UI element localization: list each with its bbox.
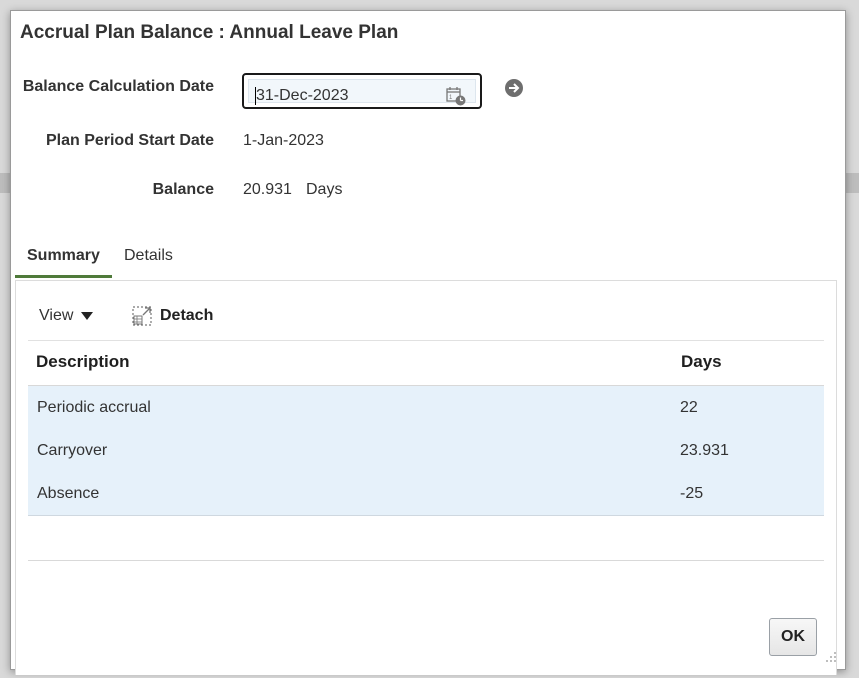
calendar-icon[interactable]: 1: [445, 85, 467, 107]
view-menu[interactable]: View: [39, 307, 94, 325]
go-arrow-icon[interactable]: [503, 77, 525, 99]
dialog-title: Accrual Plan Balance : Annual Leave Plan: [20, 22, 399, 43]
tab-summary[interactable]: Summary: [15, 247, 112, 278]
detach-button[interactable]: Detach: [160, 307, 213, 325]
row-description: Absence: [37, 485, 100, 502]
table-footer-divider: [28, 560, 824, 561]
period-start-label: Plan Period Start Date: [45, 132, 214, 149]
background-strip-right: [846, 173, 859, 193]
column-header-days[interactable]: Days: [681, 352, 722, 372]
view-menu-label: View: [39, 307, 74, 324]
balance-date-input[interactable]: 31-Dec-2023 1: [242, 73, 482, 109]
row-description: Carryover: [37, 442, 108, 459]
row-days: 23.931: [680, 442, 729, 459]
row-description: Periodic accrual: [37, 399, 151, 416]
accrual-plan-balance-dialog: Accrual Plan Balance : Annual Leave Plan…: [10, 10, 846, 675]
tab-bar: Summary Details: [15, 241, 835, 281]
balance-date-value[interactable]: 31-Dec-2023: [255, 87, 349, 105]
balance-unit: Days: [306, 181, 343, 198]
row-days: -25: [680, 485, 704, 502]
period-start-value: 1-Jan-2023: [243, 132, 324, 149]
table-header: Description Days: [28, 340, 824, 386]
resize-grip-icon[interactable]: [823, 649, 837, 663]
balance-label: Balance: [152, 181, 214, 198]
ok-button[interactable]: OK: [769, 618, 817, 656]
table-body: Periodic accrual 22 Carryover 23.931 Abs…: [28, 386, 824, 516]
row-days: 22: [680, 399, 698, 416]
table-row[interactable]: Periodic accrual 22: [28, 386, 824, 429]
table-row[interactable]: Carryover 23.931: [28, 429, 824, 472]
balance-value: 20.931: [243, 181, 292, 198]
svg-text:1: 1: [449, 95, 453, 101]
column-header-description[interactable]: Description: [36, 352, 130, 372]
date-input-field: 31-Dec-2023 1: [248, 79, 476, 106]
caret-down-icon: [81, 311, 94, 320]
tab-details[interactable]: Details: [112, 247, 185, 275]
balance-summary-table: Description Days Periodic accrual 22 Car…: [28, 340, 824, 516]
balance-date-label: Balance Calculation Date: [22, 78, 214, 95]
table-row[interactable]: Absence -25: [28, 472, 824, 515]
detach-icon[interactable]: [131, 305, 153, 327]
